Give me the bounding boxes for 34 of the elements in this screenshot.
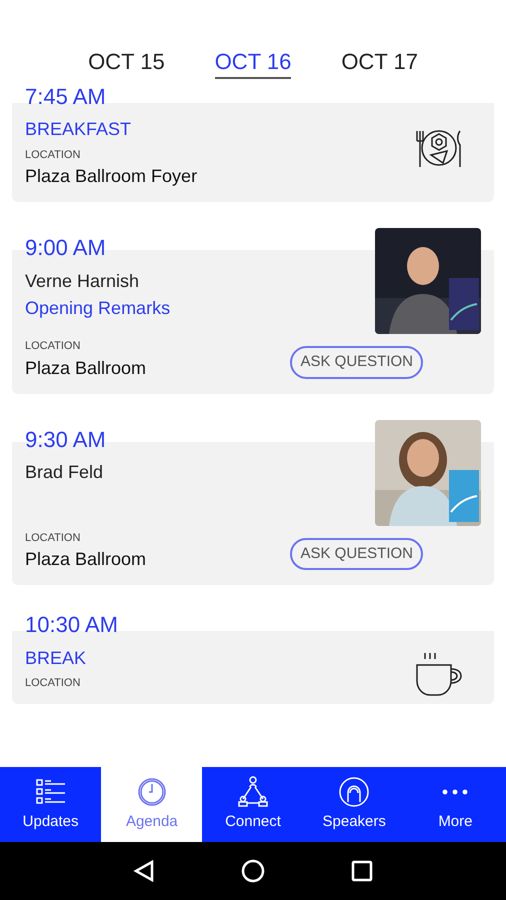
nav-tab[interactable]: Connect [202, 767, 304, 842]
more-icon [442, 789, 468, 796]
location-label: LOCATION [25, 530, 82, 546]
network-icon [236, 775, 270, 810]
date-tab[interactable]: OCT 17 [341, 48, 418, 78]
session-time: 9:30 AM [25, 426, 106, 453]
nav-tab[interactable]: Speakers [304, 767, 405, 842]
session-title: BREAKFAST [25, 118, 132, 141]
nav-tab[interactable]: Updates [0, 767, 102, 842]
session-title: Opening Remarks [25, 296, 170, 320]
speaker-name: Verne Harnish [25, 270, 140, 292]
location-label: LOCATION [25, 676, 80, 691]
session-time: 9:00 AM [25, 234, 107, 262]
location-name: Plaza Ballroom [25, 548, 146, 571]
ask-question-button[interactable]: ASK QUESTION [290, 346, 423, 378]
nav-tab[interactable]: Agenda [101, 767, 202, 842]
session-title: BREAK [25, 646, 88, 670]
location-label: LOCATION [25, 148, 82, 162]
date-tab[interactable]: OCT 15 [88, 48, 165, 78]
recents-icon[interactable] [351, 860, 373, 882]
session-card[interactable]: 9:00 AM Verne Harnish Opening Remarks LOCATION Plaza Ballroom ASK QUESTION [12, 228, 494, 394]
ask-question-button[interactable]: ASK QUESTION [290, 538, 423, 570]
date-tab[interactable]: OCT 16 [214, 48, 292, 78]
speaker-name: Brad Feld [25, 461, 104, 484]
location-name: Plaza Ballroom [25, 356, 146, 380]
location-name: Plaza Ballroom Foyer [25, 165, 198, 188]
session-time: 7:45 AM [25, 82, 107, 110]
back-icon[interactable] [133, 859, 155, 883]
session-card[interactable]: 9:30 AM Brad Feld LOCATION Plaza Ballroom ASK QUESTION [12, 420, 494, 585]
nav-tab[interactable]: More [404, 767, 506, 842]
person-icon [337, 775, 372, 810]
location-label: LOCATION [25, 339, 82, 354]
home-icon[interactable] [241, 859, 265, 883]
session-time: 10:30 AM [25, 611, 118, 638]
